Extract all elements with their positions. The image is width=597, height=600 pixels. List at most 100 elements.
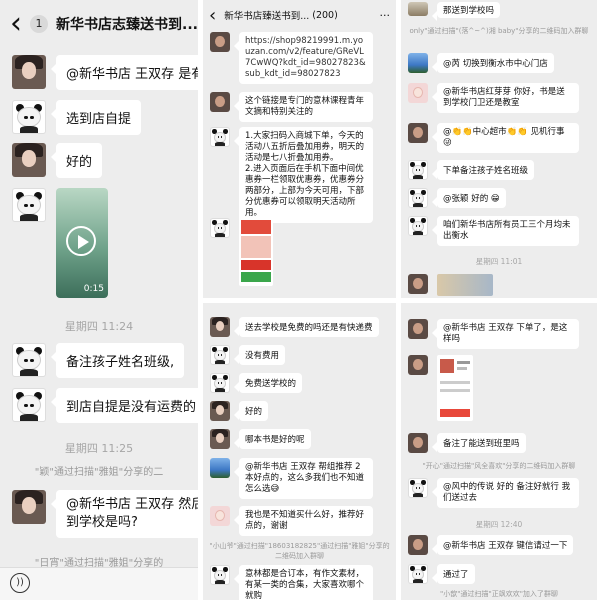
video-message[interactable]: 0:15 — [56, 188, 108, 298]
avatar[interactable] — [408, 188, 428, 208]
message-bubble[interactable]: 下单备注孩子姓名班级 — [431, 160, 535, 180]
chat-title: 新华书店志臻送书到... — [56, 17, 198, 33]
avatar[interactable] — [12, 343, 46, 377]
message-row: 免费送学校的 — [203, 373, 396, 393]
message-bubble[interactable]: 选到店自提 — [50, 100, 142, 135]
message-bubble[interactable]: 免费送学校的 — [233, 373, 303, 393]
back-icon[interactable]: ‹ — [209, 5, 216, 26]
message-row: 送去学校是免费的吗还是有快递费 — [203, 317, 396, 337]
avatar[interactable] — [210, 317, 230, 337]
mid-top-chat-panel: ‹ 新华书店臻送书到... (200) ··· https://shop9821… — [203, 0, 396, 298]
link-message[interactable]: https://shop98219991.m.youzan.com/v2/fea… — [234, 32, 373, 84]
message-bubble[interactable]: @新华书店红芽芽 你好，书是送到学校门卫还是教室 — [432, 83, 579, 113]
avatar[interactable] — [408, 478, 428, 498]
image-message[interactable] — [437, 355, 473, 421]
message-row: 通过了 — [401, 564, 597, 584]
message-bubble[interactable]: 这个链接是专门的意林课程青年文摘和特别关注的 — [234, 92, 373, 122]
avatar[interactable] — [12, 388, 46, 422]
system-notice: "小山爷"通过扫描"18603182825"通过扫描"雅姐"分享的二维码加入群聊 — [209, 542, 390, 560]
avatar[interactable] — [210, 345, 230, 365]
message-bubble[interactable]: @👏👏中心超市👏👏 见机行事 😜 — [432, 123, 579, 153]
image-message[interactable] — [437, 274, 493, 296]
message-bubble[interactable]: 意林都是合订本，有作文素材，有某一类的合集，大家喜欢哪个就购 — [234, 565, 373, 600]
avatar[interactable] — [408, 433, 428, 453]
avatar[interactable] — [408, 53, 428, 73]
avatar[interactable] — [210, 92, 230, 112]
message-bubble[interactable]: 哪本书是好的呢 — [234, 429, 311, 449]
avatar[interactable] — [408, 355, 428, 375]
message-row: 哪本书是好的呢 — [203, 429, 396, 449]
message-bubble[interactable]: 好的 — [233, 401, 269, 421]
message-bubble[interactable]: @新华书店 王双存 然后 到学校是吗? — [50, 490, 198, 538]
avatar[interactable] — [408, 2, 428, 16]
message-bubble[interactable]: 通过了 — [432, 564, 475, 584]
avatar[interactable] — [408, 83, 428, 103]
avatar[interactable] — [12, 143, 46, 177]
message-bubble[interactable]: @张颖 好的 😁 — [432, 188, 506, 208]
avatar[interactable] — [210, 127, 230, 147]
avatar[interactable] — [210, 373, 230, 393]
avatar[interactable] — [408, 564, 428, 584]
input-bar: )) — [0, 567, 198, 600]
timestamp: 星期四 12:40 — [475, 520, 523, 529]
message-bubble[interactable]: 那送到学校吗 — [431, 2, 501, 21]
message-bubble[interactable]: @新华书店 王双存 帮组推荐 2 本好点的，这么多我们也不知道怎么选😅 — [234, 458, 373, 499]
message-bubble[interactable]: @芮 切换到衡水市中心门店 — [432, 53, 554, 73]
message-row: @张颖 好的 😁 — [401, 188, 597, 208]
member-count: (200) — [312, 9, 338, 21]
avatar[interactable] — [408, 123, 428, 143]
message-row: 好的 — [203, 401, 396, 421]
system-notice: "颖"通过扫描"雅姐"分享的二 — [34, 467, 164, 478]
avatar[interactable] — [210, 218, 230, 238]
message-bubble[interactable]: 到店自提是没有运费的 — [50, 388, 198, 423]
mid-bottom-chat-panel: 送去学校是免费的吗还是有快递费 没有费用 免费送学校的 好的 哪本书是好的呢 @… — [203, 303, 396, 600]
more-icon[interactable]: ··· — [380, 9, 391, 22]
avatar[interactable] — [210, 506, 230, 526]
avatar[interactable] — [210, 565, 230, 585]
image-message[interactable] — [239, 218, 273, 286]
avatar[interactable] — [12, 55, 46, 89]
timestamp: 星期四 11:01 — [475, 257, 523, 266]
message-row: @👏👏中心超市👏👏 见机行事 😜 — [401, 123, 597, 153]
message-row: @芮 切换到衡水市中心门店 — [401, 53, 597, 73]
message-bubble[interactable]: 备注孩子姓名班级, — [50, 343, 185, 378]
avatar[interactable] — [408, 319, 428, 339]
message-row: 0:15 — [0, 188, 198, 298]
unread-badge: 1 — [30, 15, 48, 33]
message-bubble[interactable]: 送去学校是免费的吗还是有快递费 — [234, 317, 379, 337]
message-bubble[interactable]: @新华书店 王双存 下单了，是这样吗 — [432, 319, 579, 349]
message-row: https://shop98219991.m.youzan.com/v2/fea… — [203, 32, 396, 84]
message-bubble[interactable]: 备注了能送到班里吗 — [432, 433, 526, 453]
message-row: @新华书店 王双存 然后 到学校是吗? — [0, 490, 198, 538]
avatar[interactable] — [12, 188, 46, 222]
message-row: 好的 — [0, 143, 198, 178]
message-row — [203, 218, 396, 286]
chat-title: 新华书店臻送书到... — [224, 11, 310, 22]
message-bubble[interactable]: @新华书店 王双存 键信请过一下 — [431, 535, 574, 555]
right-bottom-chat-panel: @新华书店 王双存 下单了，是这样吗 备注了能送到班里吗 "开心"通过扫描"风全… — [401, 303, 597, 600]
message-bubble[interactable]: @新华书店 王双存 是有 — [50, 55, 198, 90]
back-icon[interactable]: ‹ — [10, 9, 22, 39]
avatar[interactable] — [210, 401, 230, 421]
message-row: 到店自提是没有运费的 — [0, 388, 198, 423]
video-duration: 0:15 — [83, 284, 104, 294]
avatar[interactable] — [408, 274, 428, 294]
avatar[interactable] — [408, 216, 428, 236]
avatar[interactable] — [408, 160, 428, 180]
message-bubble[interactable]: 我也是不知道买什么好，推荐好点的，谢谢 — [234, 506, 373, 536]
avatar[interactable] — [408, 535, 428, 555]
avatar[interactable] — [12, 100, 46, 134]
voice-icon[interactable]: )) — [10, 573, 30, 593]
avatar[interactable] — [210, 429, 230, 449]
play-icon[interactable] — [66, 226, 96, 256]
avatar[interactable] — [210, 32, 230, 52]
avatar[interactable] — [12, 490, 46, 524]
avatar[interactable] — [210, 458, 230, 478]
message-bubble[interactable]: 好的 — [50, 143, 103, 178]
message-bubble[interactable]: 1.大家扫码入商城下单，今天的活动八五折后叠加用券，明天的活动是七八折叠加用券。… — [234, 127, 373, 223]
message-bubble[interactable]: 咱们新华书店所有员工三个月均未出衡水 — [432, 216, 579, 246]
message-bubble[interactable]: 没有费用 — [233, 345, 286, 365]
message-row: 意林都是合订本，有作文素材，有某一类的合集，大家喜欢哪个就购 — [203, 565, 396, 600]
message-row: 选到店自提 — [0, 100, 198, 135]
message-bubble[interactable]: @风中的传说 好的 备注好就行 我们送过去 — [432, 478, 579, 508]
